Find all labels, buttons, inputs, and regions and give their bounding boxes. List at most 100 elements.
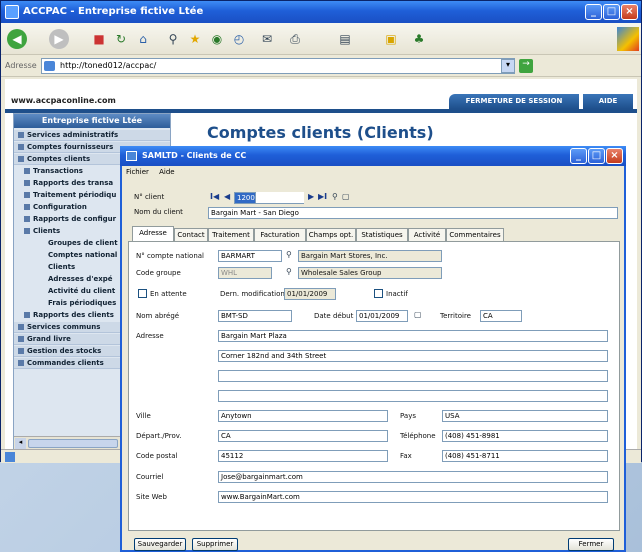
menu-help[interactable]: Aide xyxy=(159,168,174,176)
tree-expander-icon[interactable] xyxy=(24,204,30,210)
sidebar-item[interactable]: Services administratifs xyxy=(14,130,170,141)
tab-comments[interactable]: Commentaires xyxy=(446,228,504,241)
close-dialog-button[interactable]: Fermer xyxy=(568,538,614,551)
tab-billing[interactable]: Facturation xyxy=(254,228,306,241)
fax-input[interactable]: (408) 451-8711 xyxy=(442,450,608,462)
new-record-icon[interactable]: ▢ xyxy=(342,192,350,201)
sidebar-item-label: Clients xyxy=(33,227,61,235)
mail-icon[interactable]: ✉ xyxy=(257,29,277,49)
tab-address[interactable]: Adresse xyxy=(132,226,174,241)
sidebar-item-label: Activité du client xyxy=(48,287,116,295)
group-code-input[interactable]: WHL xyxy=(218,267,272,279)
next-record-icon[interactable]: ▶ xyxy=(308,192,314,201)
edit-icon[interactable]: ▤ xyxy=(335,29,355,49)
sidebar-item-label: Traitement périodiqu xyxy=(33,191,117,199)
on-hold-checkbox[interactable] xyxy=(138,289,147,298)
menu-file[interactable]: Fichier xyxy=(126,168,149,176)
city-input[interactable]: Anytown xyxy=(218,410,388,422)
territory-input[interactable]: CA xyxy=(480,310,522,322)
address-line-1[interactable]: Bargain Mart Plaza xyxy=(218,330,608,342)
country-label: Pays xyxy=(400,412,416,420)
customer-name-input[interactable]: Bargain Mart - San Diego xyxy=(208,207,618,219)
tree-expander-icon[interactable] xyxy=(24,192,30,198)
state-input[interactable]: CA xyxy=(218,430,388,442)
search-icon[interactable]: ⚲ xyxy=(163,29,183,49)
prev-record-icon[interactable]: ◀ xyxy=(224,192,230,201)
group-code-finder-icon[interactable]: ⚲ xyxy=(286,267,292,276)
media-icon[interactable]: ◉ xyxy=(207,29,227,49)
tree-expander-icon[interactable] xyxy=(18,360,24,366)
zip-input[interactable]: 45112 xyxy=(218,450,388,462)
tree-expander-icon[interactable] xyxy=(24,228,30,234)
tree-expander-icon[interactable] xyxy=(18,156,24,162)
history-icon[interactable]: ◴ xyxy=(229,29,249,49)
tab-statistics[interactable]: Statistiques xyxy=(356,228,408,241)
sidebar-item-label: Services communs xyxy=(27,323,101,331)
web-input[interactable]: www.BargainMart.com xyxy=(218,491,608,503)
last-record-icon[interactable]: ▶I xyxy=(318,192,327,201)
go-button[interactable]: → xyxy=(519,59,533,73)
dialog-minimize-button[interactable]: _ xyxy=(570,148,587,164)
tab-contact[interactable]: Contact xyxy=(174,228,208,241)
start-date-label: Date début xyxy=(314,312,354,320)
help-button[interactable]: AIDE xyxy=(583,94,633,109)
address-line-3[interactable] xyxy=(218,370,608,382)
minimize-button[interactable]: _ xyxy=(585,4,602,20)
tree-expander-icon[interactable] xyxy=(24,216,30,222)
back-icon[interactable]: ◀ xyxy=(7,29,27,49)
tree-expander-icon[interactable] xyxy=(24,180,30,186)
browser-toolbar: ◀ ▶ ■ ↻ ⌂ ⚲ ★ ◉ ◴ ✉ ⎙ ▤ ▣ ♣ xyxy=(1,23,641,55)
dialog-close-button[interactable]: × xyxy=(606,148,623,164)
email-input[interactable]: Jose@bargainmart.com xyxy=(218,471,608,483)
tree-expander-icon[interactable] xyxy=(18,348,24,354)
country-input[interactable]: USA xyxy=(442,410,608,422)
tab-activity[interactable]: Activité xyxy=(408,228,446,241)
favorites-icon[interactable]: ★ xyxy=(185,29,205,49)
tree-expander-icon[interactable] xyxy=(18,336,24,342)
calendar-icon[interactable]: ▢ xyxy=(414,310,422,319)
address-line-4[interactable] xyxy=(218,390,608,402)
home-icon[interactable]: ⌂ xyxy=(133,29,153,49)
dialog-maximize-button[interactable]: □ xyxy=(588,148,605,164)
delete-button[interactable]: Supprimer xyxy=(192,538,238,551)
scroll-thumb[interactable] xyxy=(28,439,118,448)
scroll-left-icon[interactable]: ◂ xyxy=(15,438,26,449)
group-code-label: Code groupe xyxy=(136,269,181,277)
print-icon[interactable]: ⎙ xyxy=(285,29,305,49)
inactive-checkbox[interactable] xyxy=(374,289,383,298)
tree-expander-icon[interactable] xyxy=(18,144,24,150)
save-button[interactable]: Sauvegarder xyxy=(134,538,186,551)
address-label: Adresse xyxy=(5,61,37,70)
customer-name-label: Nom du client xyxy=(134,208,183,216)
first-record-icon[interactable]: I◀ xyxy=(210,192,219,201)
sidebar-header: Entreprise fictive Ltée xyxy=(14,114,170,128)
page-icon xyxy=(44,61,55,71)
messenger-icon[interactable]: ♣ xyxy=(409,29,429,49)
address-input[interactable]: http://toned012/accpac/ xyxy=(41,58,515,74)
national-account-finder-icon[interactable]: ⚲ xyxy=(286,250,292,259)
forward-icon[interactable]: ▶ xyxy=(49,29,69,49)
customer-dialog: SAMLTD - Clients de CC _ □ × Fichier Aid… xyxy=(120,146,626,552)
stop-icon[interactable]: ■ xyxy=(89,29,109,49)
address-line-2[interactable]: Corner 182nd and 34th Street xyxy=(218,350,608,362)
tree-expander-icon[interactable] xyxy=(24,312,30,318)
browser-title: ACCPAC - Entreprise fictive Ltée xyxy=(23,6,204,17)
tree-expander-icon[interactable] xyxy=(18,324,24,330)
address-dropdown-icon[interactable]: ▾ xyxy=(501,59,515,73)
maximize-button[interactable]: □ xyxy=(603,4,620,20)
start-date-input[interactable]: 01/01/2009 xyxy=(356,310,408,322)
logout-button[interactable]: FERMETURE DE SESSION xyxy=(449,94,579,109)
close-button[interactable]: × xyxy=(621,4,638,20)
tab-optional-fields[interactable]: Champs opt. xyxy=(306,228,356,241)
tree-expander-icon[interactable] xyxy=(24,168,30,174)
finder-icon[interactable]: ⚲ xyxy=(332,192,338,201)
discuss-icon[interactable]: ▣ xyxy=(381,29,401,49)
national-account-input[interactable]: BARMART xyxy=(218,250,282,262)
phone-input[interactable]: (408) 451-8981 xyxy=(442,430,608,442)
tree-expander-icon[interactable] xyxy=(18,132,24,138)
customer-no-ext[interactable] xyxy=(256,192,304,204)
customer-no-input[interactable]: 1200 xyxy=(234,192,256,204)
refresh-icon[interactable]: ↻ xyxy=(111,29,131,49)
short-name-input[interactable]: BMT-SD xyxy=(218,310,292,322)
tab-processing[interactable]: Traitement xyxy=(208,228,254,241)
